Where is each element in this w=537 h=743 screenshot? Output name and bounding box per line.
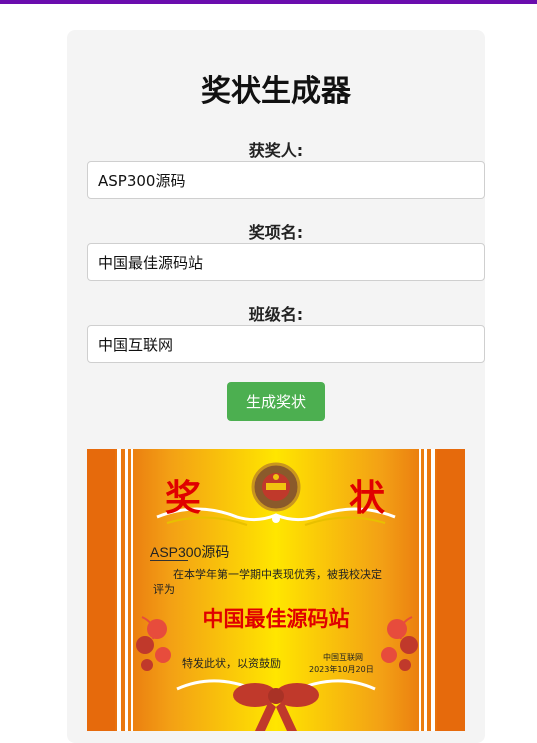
certificate-preview: 奖 状 ASP300源码 在本学年第一学期中表现优秀，被我校决定 评为 中国最佳… — [87, 449, 465, 731]
page-title: 奖状生成器 — [201, 74, 351, 109]
certificate-evaluated-as: 评为 — [153, 583, 175, 596]
certificate-recipient: ASP300源码 — [150, 544, 230, 560]
award-label: 奖项名: — [248, 223, 304, 242]
certificate-award: 中国最佳源码站 — [202, 607, 350, 631]
certificate-heading-right: 状 — [349, 477, 386, 519]
generate-certificate-button[interactable]: 生成奖状 — [227, 382, 325, 421]
recipient-input[interactable] — [87, 161, 485, 199]
recipient-label: 获奖人: — [248, 141, 304, 160]
certificate-incentive: 特发此状，以资鼓励 — [182, 657, 281, 670]
emblem-icon — [251, 462, 301, 512]
certificate-date: 2023年10月20日 — [309, 665, 374, 674]
award-input[interactable] — [87, 243, 485, 281]
class-label: 班级名: — [248, 305, 304, 324]
top-accent-bar — [0, 0, 537, 4]
certificate-heading-left: 奖 — [165, 477, 202, 519]
certificate-description: 在本学年第一学期中表现优秀，被我校决定 — [173, 568, 382, 581]
certificate-issuer: 中国互联网 — [323, 653, 363, 662]
certificate-background — [87, 449, 465, 731]
class-input[interactable] — [87, 325, 485, 363]
recipient-underline — [150, 560, 188, 561]
generator-card: 奖状生成器 获奖人: 奖项名: 班级名: 生成奖状 — [67, 30, 485, 743]
